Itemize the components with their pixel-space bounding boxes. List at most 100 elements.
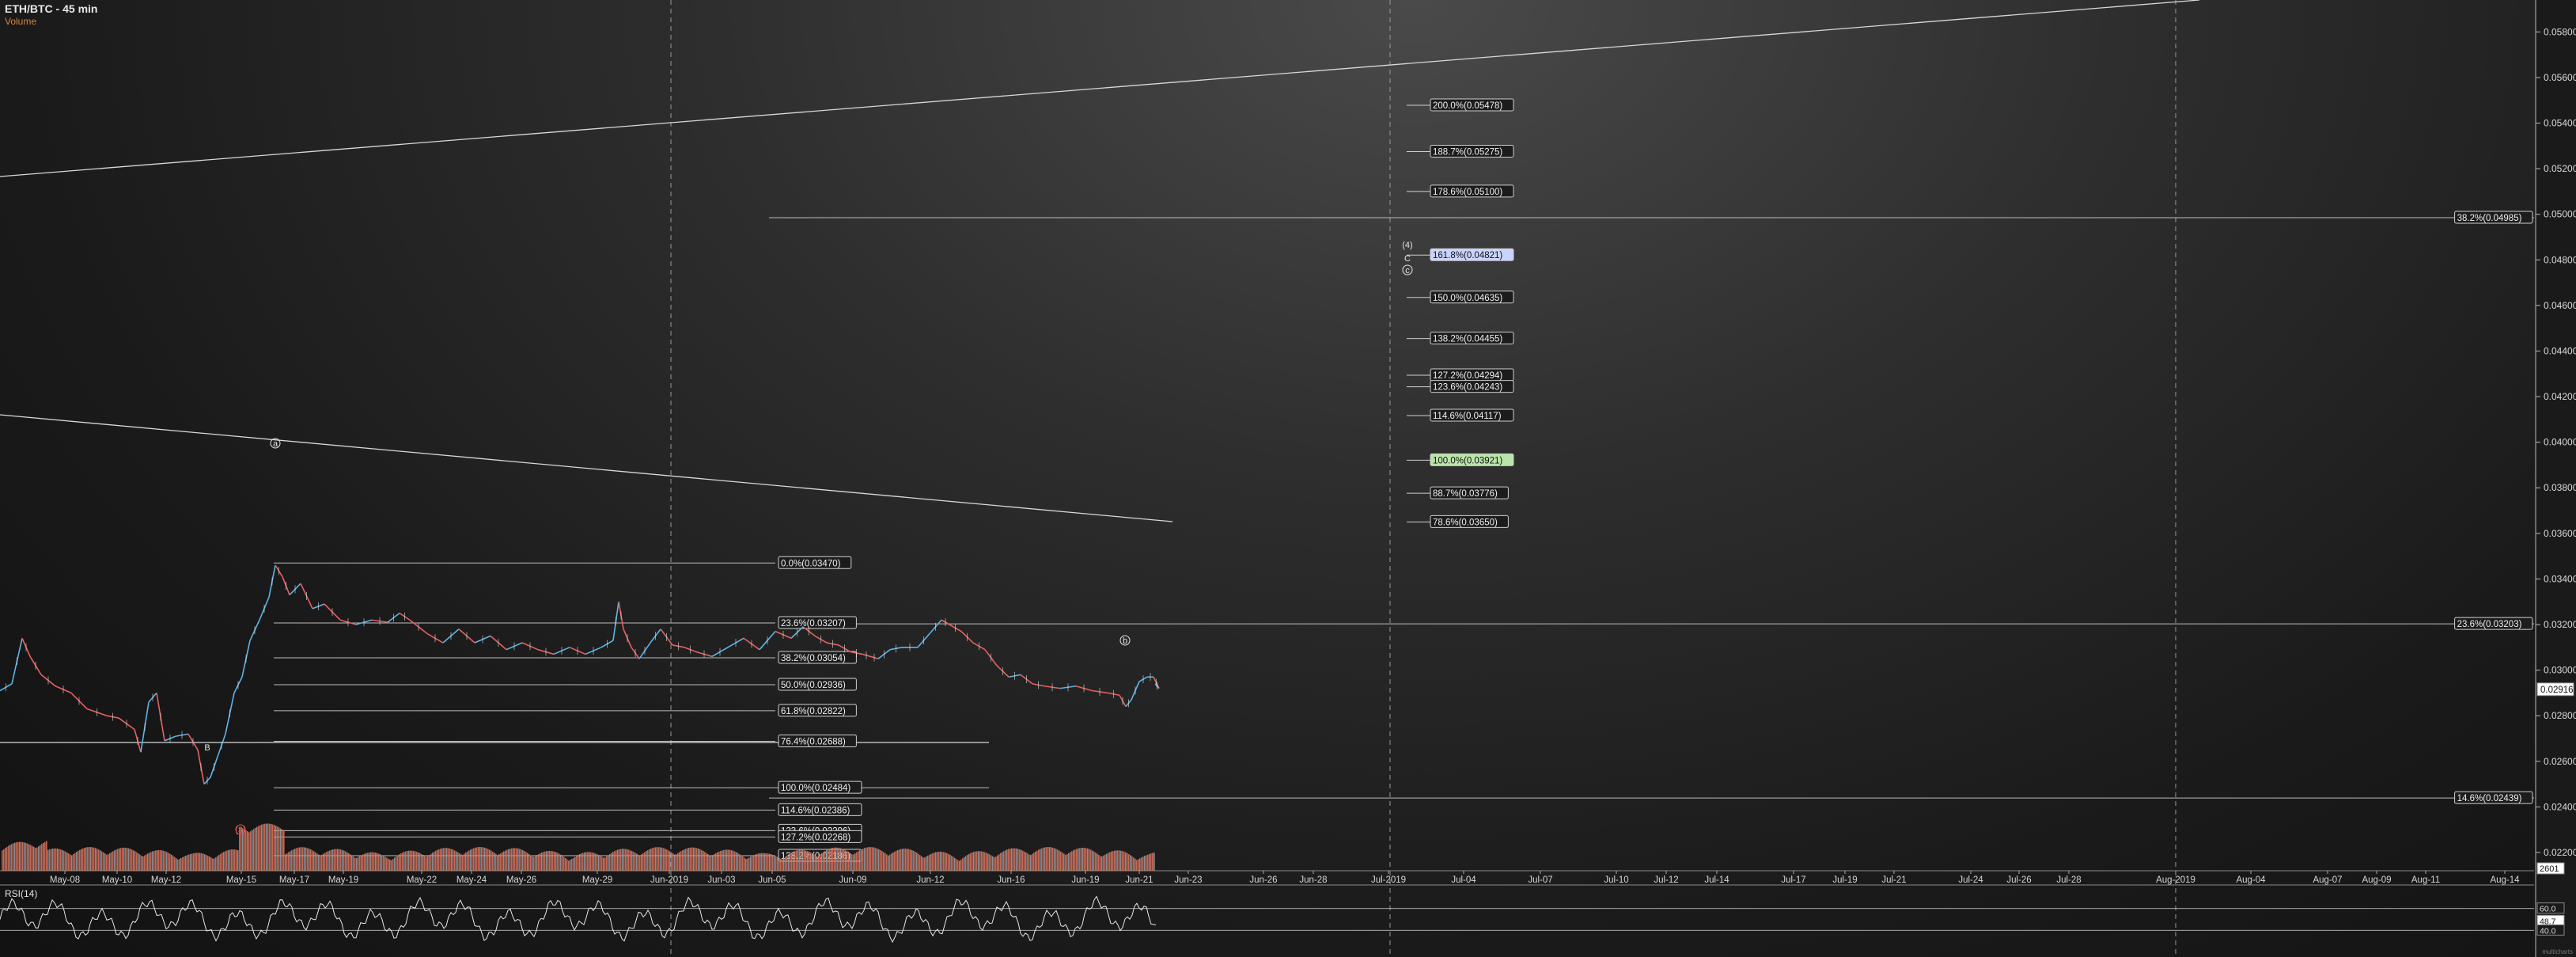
fib-retracement-label: 0.0%(0.03470): [778, 556, 852, 569]
long-fib-level-label: 38.2%(0.04985): [2454, 211, 2533, 224]
fib-retracement-label: 61.8%(0.02822): [778, 704, 857, 717]
svg-text:161.8%(0.04821): 161.8%(0.04821): [1433, 251, 1502, 260]
fib-retracement-label: 100.0%(0.02484): [778, 780, 862, 794]
current-price-tag: 0.02916: [2536, 682, 2574, 697]
svg-text:(4): (4): [1402, 241, 1412, 250]
price-axis-panel: [2536, 0, 2576, 957]
date-tick-label: May-22: [407, 875, 437, 885]
fib-extension-label: 178.6%(0.05100): [1430, 184, 1514, 198]
svg-text:61.8%(0.02822): 61.8%(0.02822): [781, 707, 846, 716]
corner-watermark: multicharts: [2542, 948, 2573, 955]
volume-axis-tag: 2601: [2536, 862, 2565, 875]
descending-trendline: [0, 414, 1173, 522]
price-tick-label: 0.02400: [2544, 801, 2576, 812]
wave-label: B: [204, 743, 210, 753]
long-fib-level-label: 14.6%(0.02439): [2454, 791, 2533, 804]
date-tick-label: Jul-24: [1958, 875, 1983, 885]
chart-header: ETH/BTC - 45 min Volume: [5, 2, 97, 27]
svg-text:0.0%(0.03470): 0.0%(0.03470): [781, 559, 841, 568]
svg-text:150.0%(0.04635): 150.0%(0.04635): [1433, 294, 1502, 303]
price-tick-label: 0.05000: [2544, 209, 2576, 220]
date-tick-label: Jul-26: [2006, 875, 2031, 885]
date-tick-label: Jul-04: [1451, 875, 1476, 885]
date-tick-label: Jun-23: [1174, 875, 1202, 885]
volume-label: Volume: [5, 16, 37, 27]
fib-extension-label: 88.7%(0.03776): [1430, 486, 1509, 499]
date-tick-label: Jul-19: [1832, 875, 1857, 885]
fib-retracement-label: 50.0%(0.02936): [778, 678, 857, 691]
svg-text:B: B: [204, 743, 210, 753]
wave-label: c: [1402, 264, 1413, 275]
date-tick-label: Jul-07: [1528, 875, 1552, 885]
svg-text:88.7%(0.03776): 88.7%(0.03776): [1433, 489, 1498, 499]
price-tick-label: 0.04800: [2544, 254, 2576, 265]
fib-retracement-label: 23.6%(0.03207): [778, 616, 857, 629]
svg-text:123.6%(0.04243): 123.6%(0.04243): [1433, 383, 1502, 393]
svg-text:a: a: [273, 439, 278, 449]
price-tick-label: 0.04600: [2544, 300, 2576, 311]
wave-label: a: [270, 438, 281, 449]
date-tick-label: Jul-28: [2056, 875, 2081, 885]
fib-extension-label: 127.2%(0.04294): [1430, 368, 1514, 382]
svg-text:114.6%(0.04117): 114.6%(0.04117): [1433, 412, 1502, 421]
date-tick-label: Jul-21: [1881, 875, 1906, 885]
long-fib-level-label: 23.6%(0.03203): [2454, 617, 2533, 630]
price-tick-label: 0.04400: [2544, 345, 2576, 356]
date-tick-label: May-08: [50, 875, 80, 885]
price-tick-label: 0.02200: [2544, 847, 2576, 858]
fib-extension-label: 138.2%(0.04455): [1430, 332, 1514, 345]
rsi-line: [0, 895, 1157, 944]
date-tick-label: Jun-09: [839, 875, 866, 885]
date-tick-label: May-10: [102, 875, 132, 885]
date-tick-label: May-24: [456, 875, 487, 885]
date-tick-label: May-26: [506, 875, 536, 885]
svg-text:23.6%(0.03203): 23.6%(0.03203): [2457, 620, 2522, 629]
svg-text:c: c: [1405, 266, 1410, 275]
svg-text:38.2%(0.04985): 38.2%(0.04985): [2457, 214, 2522, 223]
date-tick-label: Jul-17: [1781, 875, 1805, 885]
date-tick-label: Jun-19: [1071, 875, 1099, 885]
price-tick-label: 0.05800: [2544, 26, 2576, 37]
svg-text:127.2%(0.02268): 127.2%(0.02268): [781, 833, 850, 842]
rsi-label: RSI(14): [5, 888, 37, 899]
svg-text:200.0%(0.05478): 200.0%(0.05478): [1433, 101, 1502, 111]
svg-text:138.2%(0.04455): 138.2%(0.04455): [1433, 335, 1502, 344]
price-tick-label: 0.03200: [2544, 619, 2576, 630]
date-tick-label: Jun-21: [1125, 875, 1153, 885]
date-tick-label: Aug-04: [2236, 875, 2266, 885]
chart-title: ETH/BTC - 45 min: [5, 2, 98, 15]
price-tick-label: 0.05600: [2544, 72, 2576, 83]
fib-retracement-label: 76.4%(0.02688): [778, 734, 857, 747]
wave-label: b: [1119, 635, 1131, 646]
date-tick-label: Jul-2019: [1371, 875, 1406, 885]
fib-extension-label: 200.0%(0.05478): [1430, 98, 1514, 112]
svg-text:C: C: [1404, 254, 1411, 264]
fib-extension-label: 123.6%(0.04243): [1430, 380, 1514, 393]
date-tick-label: May-15: [226, 875, 256, 885]
svg-text:23.6%(0.03207): 23.6%(0.03207): [781, 619, 846, 629]
date-tick-label: Jun-12: [916, 875, 944, 885]
fib-extension-label: 161.8%(0.04821): [1430, 248, 1514, 261]
date-tick-label: Aug-14: [2490, 875, 2520, 885]
date-tick-label: Jun-05: [758, 875, 786, 885]
svg-text:50.0%(0.02936): 50.0%(0.02936): [781, 681, 846, 690]
svg-text:188.7%(0.05275): 188.7%(0.05275): [1433, 147, 1502, 157]
svg-text:40.0: 40.0: [2540, 926, 2556, 936]
fib-extension-label: 188.7%(0.05275): [1430, 144, 1514, 158]
price-tick-label: 0.02800: [2544, 710, 2576, 721]
price-tick-label: 0.03800: [2544, 482, 2576, 493]
svg-text:b: b: [1123, 636, 1127, 646]
fib-extension-label: 150.0%(0.04635): [1430, 291, 1514, 304]
date-tick-label: Jun-2019: [650, 875, 688, 885]
price-tick-label: 0.05200: [2544, 163, 2576, 174]
date-tick-label: Jun-28: [1299, 875, 1327, 885]
date-tick-label: Aug-2019: [2156, 875, 2195, 885]
price-tick-label: 0.03400: [2544, 573, 2576, 584]
date-tick-label: Aug-07: [2313, 875, 2342, 885]
date-tick-label: Aug-09: [2362, 875, 2391, 885]
svg-text:127.2%(0.04294): 127.2%(0.04294): [1433, 371, 1502, 381]
svg-text:2601: 2601: [2540, 864, 2559, 874]
price-tick-label: 0.05400: [2544, 117, 2576, 128]
date-tick-label: May-17: [279, 875, 309, 885]
svg-text:100.0%(0.02484): 100.0%(0.02484): [781, 784, 850, 793]
